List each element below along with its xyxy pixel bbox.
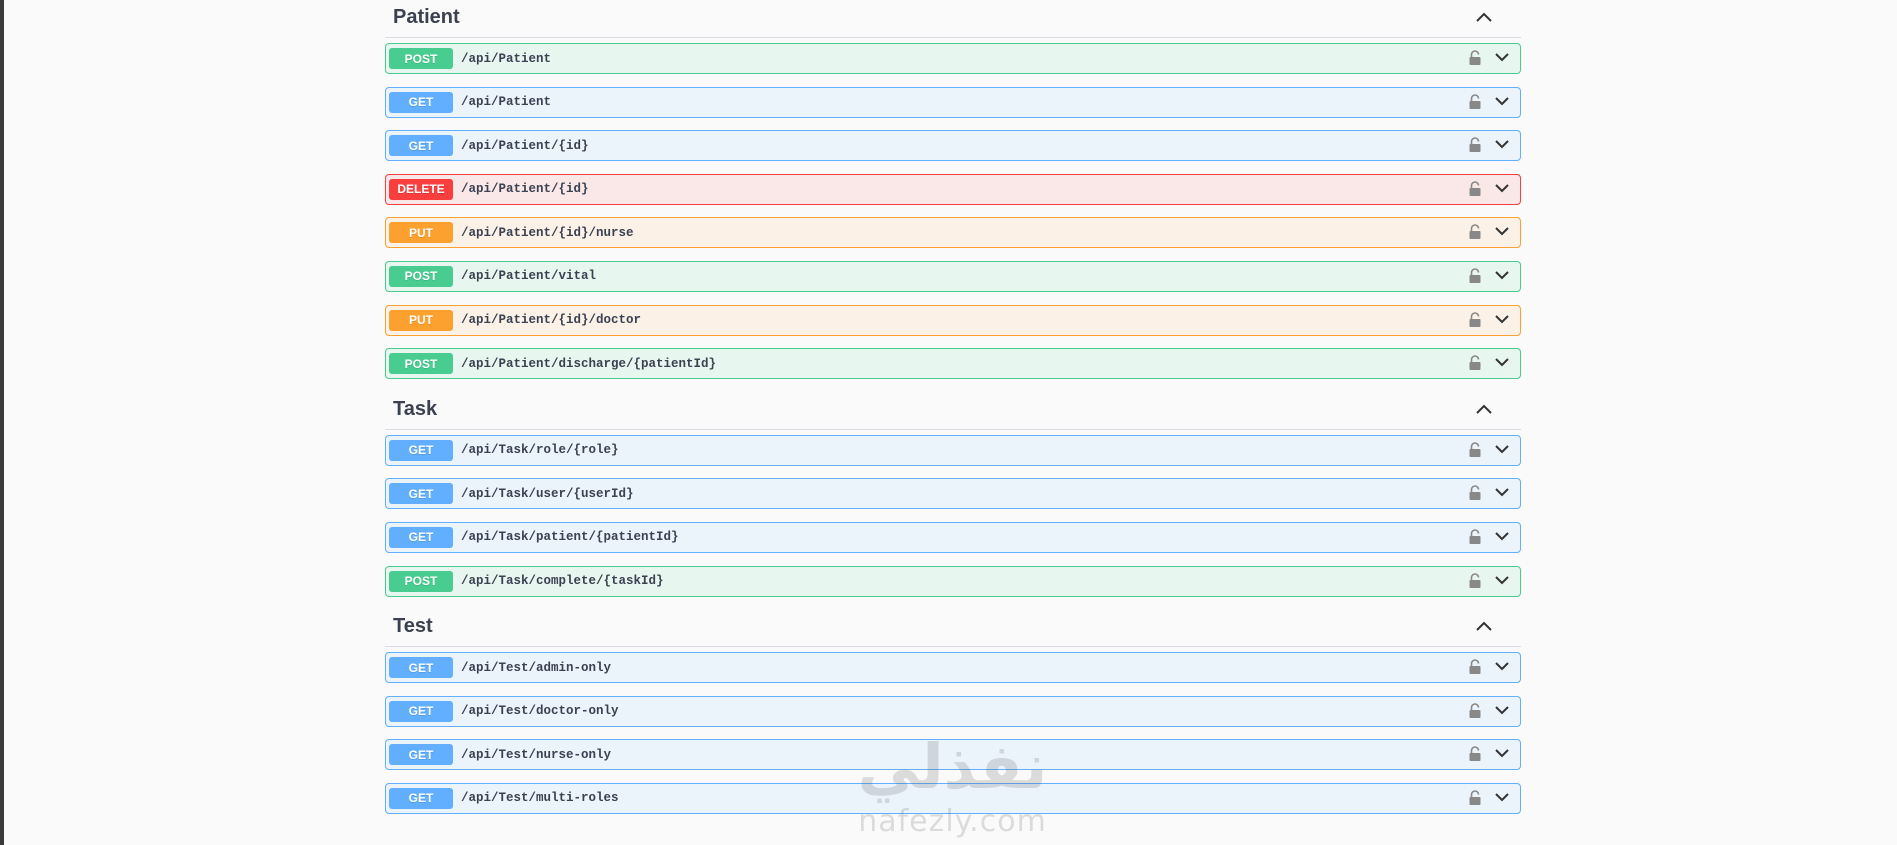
section-test: Test GET /api/Test/admin-only GET /api/T…: [385, 609, 1521, 814]
chevron-down-icon[interactable]: [1494, 792, 1510, 803]
operation-path: /api/Patient: [461, 95, 552, 110]
operation-row[interactable]: POST /api/Task/complete/{taskId}: [385, 565, 1521, 597]
operation-path: /api/Patient/{id}: [461, 182, 589, 197]
operation-path: /api/Task/role/{role}: [461, 443, 619, 458]
chevron-down-icon[interactable]: [1494, 357, 1510, 368]
chevron-down-icon[interactable]: [1494, 183, 1510, 194]
chevron-down-icon[interactable]: [1494, 444, 1510, 455]
chevron-down-icon[interactable]: [1494, 748, 1510, 759]
lock-icon[interactable]: [1468, 355, 1482, 371]
operation-row[interactable]: GET /api/Test/nurse-only: [385, 739, 1521, 771]
chevron-down-icon[interactable]: [1494, 52, 1510, 63]
chevron-down-icon[interactable]: [1494, 226, 1510, 237]
lock-icon[interactable]: [1468, 572, 1482, 589]
section-header-task[interactable]: Task: [385, 392, 1521, 430]
api-operations-container: Patient POST /api/Patient GET /api/Patie…: [385, 0, 1521, 827]
operation-path: /api/Patient/{id}/nurse: [461, 225, 634, 240]
operation-row[interactable]: GET /api/Task/patient/{patientId}: [385, 521, 1521, 553]
operation-path: /api/Patient: [461, 51, 552, 66]
operation-path: /api/Test/multi-roles: [461, 791, 619, 806]
method-badge: GET: [389, 135, 453, 157]
method-badge: POST: [389, 48, 453, 69]
lock-icon[interactable]: [1468, 659, 1482, 675]
method-badge: POST: [389, 570, 453, 592]
operation-row[interactable]: GET /api/Test/admin-only: [385, 652, 1521, 684]
operation-row[interactable]: GET /api/Patient/{id}: [385, 130, 1521, 162]
section-header-test[interactable]: Test: [385, 609, 1521, 648]
method-badge: GET: [389, 744, 453, 766]
window-left-border: [0, 0, 4, 845]
operation-path: /api/Test/admin-only: [461, 660, 612, 675]
lock-icon[interactable]: [1468, 441, 1482, 458]
method-badge: PUT: [389, 222, 453, 244]
method-badge: GET: [389, 526, 453, 548]
lock-icon[interactable]: [1468, 224, 1482, 240]
operation-row[interactable]: GET /api/Task/user/{userId}: [385, 478, 1521, 510]
operation-path: /api/Patient/{id}: [461, 138, 589, 153]
lock-icon[interactable]: [1468, 137, 1482, 153]
lock-icon[interactable]: [1468, 702, 1482, 719]
lock-icon[interactable]: [1468, 311, 1482, 328]
chevron-down-icon[interactable]: [1494, 705, 1510, 716]
section-title: Test: [393, 615, 433, 638]
operation-path: /api/Patient/{id}/doctor: [461, 313, 642, 328]
operation-row[interactable]: GET /api/Task/role/{role}: [385, 434, 1521, 466]
lock-icon[interactable]: [1468, 50, 1482, 66]
section-title: Task: [393, 397, 438, 420]
lock-icon[interactable]: [1468, 93, 1482, 110]
lock-icon[interactable]: [1468, 180, 1482, 197]
chevron-down-icon[interactable]: [1494, 575, 1510, 586]
operation-path: /api/Task/patient/{patientId}: [461, 530, 679, 545]
operation-path: /api/Patient/vital: [461, 269, 597, 284]
lock-icon[interactable]: [1468, 485, 1482, 501]
lock-icon[interactable]: [1468, 268, 1482, 284]
lock-icon[interactable]: [1468, 746, 1482, 762]
operation-row[interactable]: DELETE /api/Patient/{id}: [385, 173, 1521, 205]
operation-row[interactable]: PUT /api/Patient/{id}/nurse: [385, 217, 1521, 249]
lock-icon[interactable]: [1468, 790, 1482, 806]
method-badge: GET: [389, 787, 453, 809]
chevron-up-icon[interactable]: [1475, 620, 1493, 632]
method-badge: GET: [389, 439, 453, 461]
operation-row[interactable]: POST /api/Patient/discharge/{patientId}: [385, 348, 1521, 380]
method-badge: PUT: [389, 309, 453, 331]
chevron-down-icon[interactable]: [1494, 531, 1510, 542]
section-title: Patient: [393, 6, 460, 28]
section-header-patient[interactable]: Patient: [385, 0, 1521, 38]
operation-path: /api/Test/nurse-only: [461, 747, 612, 762]
method-badge: POST: [389, 265, 453, 287]
operation-row[interactable]: PUT /api/Patient/{id}/doctor: [385, 304, 1521, 336]
operation-path: /api/Test/doctor-only: [461, 704, 619, 719]
method-badge: GET: [389, 657, 453, 679]
chevron-down-icon[interactable]: [1494, 661, 1510, 672]
operation-path: /api/Patient/discharge/{patientId}: [461, 356, 717, 371]
section-task: Task GET /api/Task/role/{role} GET /api/…: [385, 392, 1521, 597]
method-badge: GET: [389, 483, 453, 505]
method-badge: GET: [389, 91, 453, 113]
lock-icon[interactable]: [1468, 529, 1482, 545]
chevron-up-icon[interactable]: [1475, 403, 1493, 415]
section-patient: Patient POST /api/Patient GET /api/Patie…: [385, 0, 1521, 380]
chevron-down-icon[interactable]: [1494, 487, 1510, 498]
chevron-down-icon[interactable]: [1494, 314, 1510, 325]
method-badge: POST: [389, 353, 453, 375]
chevron-down-icon[interactable]: [1494, 139, 1510, 150]
operation-path: /api/Task/user/{userId}: [461, 486, 634, 501]
operation-path: /api/Task/complete/{taskId}: [461, 574, 664, 589]
chevron-down-icon[interactable]: [1494, 270, 1510, 281]
method-badge: GET: [389, 700, 453, 722]
operation-row[interactable]: POST /api/Patient/vital: [385, 260, 1521, 292]
chevron-up-icon[interactable]: [1475, 11, 1493, 23]
method-badge: DELETE: [389, 178, 453, 200]
operation-row[interactable]: POST /api/Patient: [385, 43, 1521, 74]
operation-row[interactable]: GET /api/Test/doctor-only: [385, 695, 1521, 727]
operation-row[interactable]: GET /api/Patient: [385, 86, 1521, 118]
operation-row[interactable]: GET /api/Test/multi-roles: [385, 782, 1521, 814]
chevron-down-icon[interactable]: [1494, 96, 1510, 107]
